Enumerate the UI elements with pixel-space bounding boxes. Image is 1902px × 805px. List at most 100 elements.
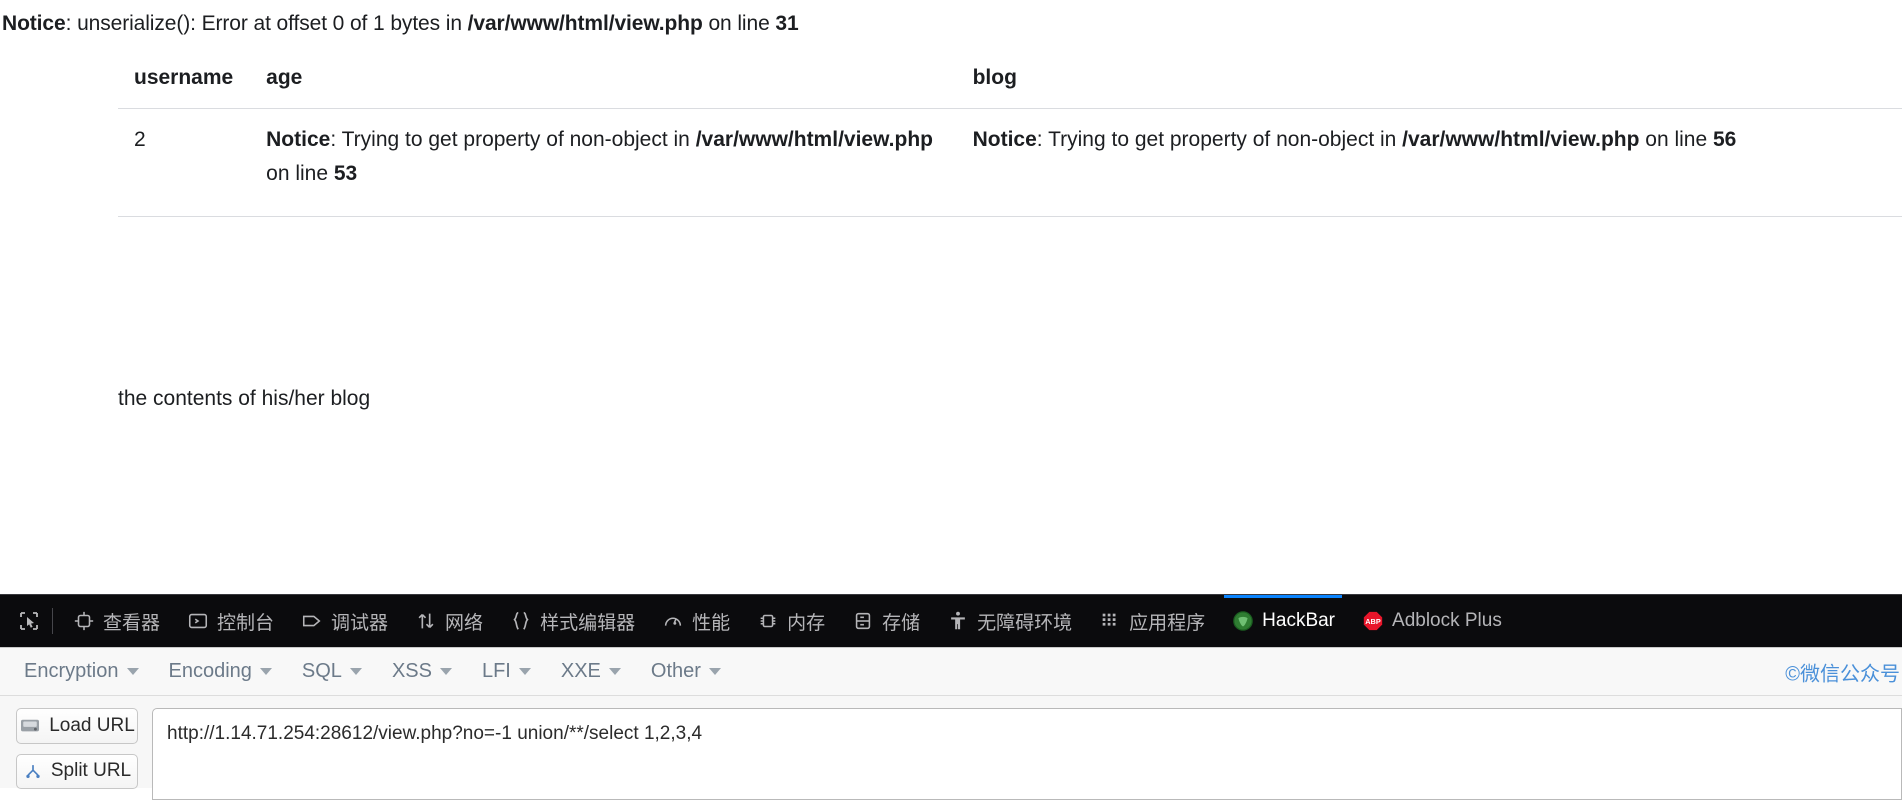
notice-text-2: on line bbox=[702, 12, 776, 35]
table-row: 2 Notice: Trying to get property of non-… bbox=[118, 108, 1902, 217]
load-url-button[interactable]: Load URL bbox=[16, 708, 138, 744]
php-notice-blog: Notice: Trying to get property of non-ob… bbox=[973, 123, 1894, 156]
tab-memory[interactable]: 内存 bbox=[743, 595, 838, 647]
notice-label: Notice bbox=[266, 128, 331, 152]
chevron-down-icon bbox=[126, 668, 139, 675]
tab-label: 调试器 bbox=[331, 612, 389, 634]
split-url-button[interactable]: Split URL bbox=[16, 753, 138, 789]
load-url-icon bbox=[19, 717, 41, 735]
notice-line-number: 56 bbox=[1713, 128, 1737, 152]
tab-accessibility[interactable]: 无障碍环境 bbox=[933, 595, 1085, 647]
notice-path: /var/www/html/view.php bbox=[695, 128, 933, 152]
chevron-down-icon bbox=[259, 668, 272, 675]
tab-label: 样式编辑器 bbox=[540, 612, 636, 634]
style-editor-icon bbox=[509, 609, 533, 633]
menu-other[interactable]: Other bbox=[651, 656, 737, 687]
tab-inspector[interactable]: 查看器 bbox=[59, 595, 173, 647]
menu-encoding[interactable]: Encoding bbox=[169, 656, 288, 687]
toolbar-divider bbox=[52, 608, 53, 634]
php-notice-top: Notice: unserialize(): Error at offset 0… bbox=[0, 0, 1902, 38]
tab-console[interactable]: 控制台 bbox=[173, 595, 287, 647]
notice-line-number: 53 bbox=[333, 161, 358, 185]
storage-icon bbox=[851, 609, 875, 633]
hackbar-icon bbox=[1231, 609, 1255, 633]
tab-label: 存储 bbox=[882, 612, 921, 634]
chevron-down-icon bbox=[708, 668, 721, 675]
tab-hackbar[interactable]: HackBar bbox=[1218, 595, 1348, 647]
php-notice-age: Notice: Trying to get property of non-ob… bbox=[266, 123, 948, 189]
tab-label: 网络 bbox=[445, 612, 484, 634]
devtools-tabbar: 查看器 控制台 调试器 网络 样式编辑器 性能 内存 存储 无障碍环境 应用程序… bbox=[0, 595, 1902, 647]
column-header-blog: blog bbox=[956, 56, 1902, 110]
debugger-icon bbox=[300, 609, 324, 633]
performance-icon bbox=[661, 609, 685, 633]
menu-xss[interactable]: XSS bbox=[392, 656, 468, 687]
svg-text:ABP: ABP bbox=[1365, 617, 1381, 626]
console-icon bbox=[186, 609, 210, 633]
hackbar-menubar: Encryption Encoding SQL XSS LFI XXE Othe… bbox=[0, 648, 1902, 696]
notice-line-number: 31 bbox=[775, 12, 799, 35]
button-label: Load URL bbox=[49, 714, 135, 736]
chevron-down-icon bbox=[439, 668, 452, 675]
cell-age: Notice: Trying to get property of non-ob… bbox=[250, 108, 957, 217]
table-header-row: username age blog bbox=[118, 56, 1902, 110]
menu-sql[interactable]: SQL bbox=[302, 656, 378, 687]
watermark-text: ©微信公众号 bbox=[1785, 663, 1900, 685]
tab-label: HackBar bbox=[1262, 610, 1336, 631]
chevron-down-icon bbox=[349, 668, 362, 675]
notice-label: Notice bbox=[2, 12, 66, 35]
menu-encryption[interactable]: Encryption bbox=[24, 656, 155, 687]
tab-application[interactable]: 应用程序 bbox=[1085, 595, 1218, 647]
notice-label: Notice bbox=[972, 128, 1037, 152]
menu-label: XSS bbox=[391, 660, 432, 682]
hackbar-button-column: Load URL Split URL bbox=[16, 708, 152, 789]
memory-icon bbox=[756, 609, 780, 633]
url-input-wrapper bbox=[152, 708, 1902, 800]
notice-path: /var/www/html/view.php bbox=[467, 12, 703, 35]
blog-contents-text: the contents of his/her blog bbox=[118, 386, 371, 410]
tab-label: 应用程序 bbox=[1129, 612, 1206, 634]
tab-label: 控制台 bbox=[217, 612, 275, 634]
cell-blog: Notice: Trying to get property of non-ob… bbox=[956, 108, 1902, 217]
network-icon bbox=[414, 609, 438, 633]
menu-label: XXE bbox=[560, 660, 601, 682]
column-header-username: username bbox=[118, 56, 251, 110]
menu-lfi[interactable]: LFI bbox=[482, 656, 547, 687]
notice-text-1: : Trying to get property of non-object i… bbox=[330, 128, 696, 152]
menu-label: Other bbox=[650, 660, 701, 682]
application-icon bbox=[1098, 609, 1122, 633]
notice-text-2: on line bbox=[1639, 128, 1713, 152]
chevron-down-icon bbox=[518, 668, 531, 675]
tab-label: 性能 bbox=[692, 612, 731, 634]
query-result-table: username age blog 2 Notice: Trying to ge… bbox=[118, 56, 1902, 217]
menu-xxe[interactable]: XXE bbox=[561, 656, 637, 687]
hackbar-body: Load URL Split URL bbox=[0, 696, 1902, 800]
notice-text-1: : unserialize(): Error at offset 0 of 1 … bbox=[65, 12, 468, 35]
devtools-panel: 查看器 控制台 调试器 网络 样式编辑器 性能 内存 存储 无障碍环境 应用程序… bbox=[0, 594, 1902, 800]
split-url-icon bbox=[23, 762, 43, 780]
hackbar-panel: Encryption Encoding SQL XSS LFI XXE Othe… bbox=[0, 647, 1902, 800]
tab-label: 无障碍环境 bbox=[977, 612, 1073, 634]
notice-text-2: on line bbox=[266, 161, 334, 185]
menu-label: Encoding bbox=[168, 660, 252, 682]
tab-adblock-plus[interactable]: ABP Adblock Plus bbox=[1348, 595, 1515, 647]
menu-label: LFI bbox=[481, 660, 511, 682]
tab-network[interactable]: 网络 bbox=[401, 595, 496, 647]
url-input[interactable] bbox=[152, 708, 1902, 800]
notice-text-1: : Trying to get property of non-object i… bbox=[1036, 128, 1403, 152]
menu-label: SQL bbox=[301, 660, 342, 682]
button-label: Split URL bbox=[50, 760, 132, 782]
tab-label: 内存 bbox=[787, 612, 826, 634]
tab-storage[interactable]: 存储 bbox=[838, 595, 933, 647]
chevron-down-icon bbox=[608, 668, 621, 675]
browser-page-content: Notice: unserialize(): Error at offset 0… bbox=[0, 0, 1902, 594]
tab-style-editor[interactable]: 样式编辑器 bbox=[496, 595, 648, 647]
tab-label: 查看器 bbox=[103, 612, 161, 634]
element-picker-icon[interactable] bbox=[8, 602, 50, 640]
tab-performance[interactable]: 性能 bbox=[648, 595, 743, 647]
menu-label: Encryption bbox=[24, 660, 119, 682]
tab-label: Adblock Plus bbox=[1392, 610, 1502, 631]
tab-debugger[interactable]: 调试器 bbox=[287, 595, 401, 647]
accessibility-icon bbox=[946, 609, 970, 633]
adblock-plus-icon: ABP bbox=[1361, 609, 1385, 633]
